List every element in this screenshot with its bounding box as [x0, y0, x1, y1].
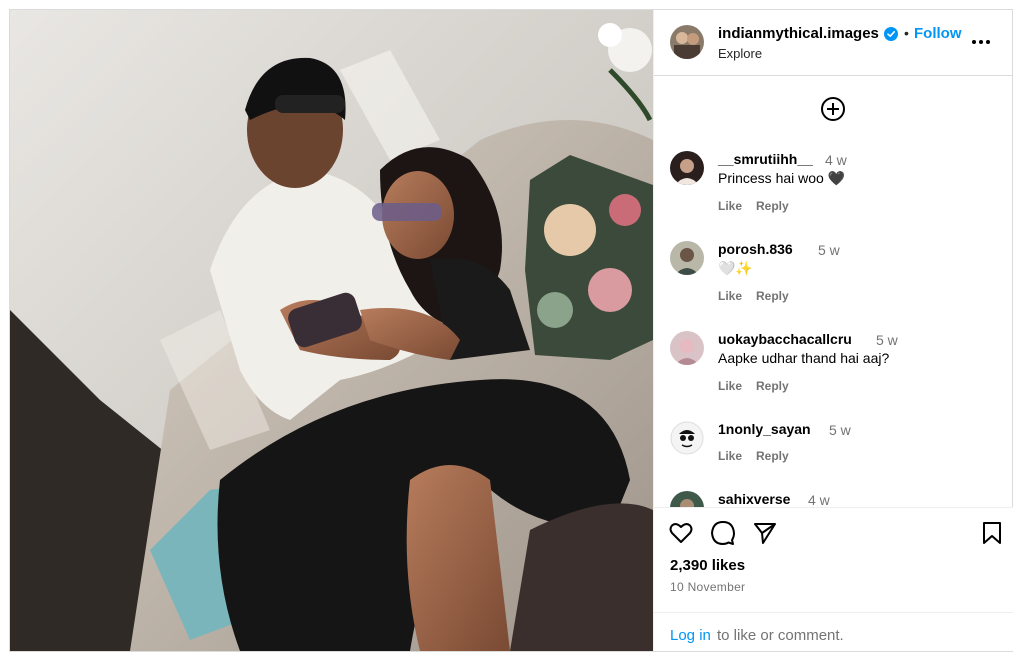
comment-time: 5 w — [829, 422, 851, 438]
comment-item: sahixverse 4 w — [670, 487, 1000, 507]
comment-like-button[interactable]: Like — [718, 379, 742, 393]
comment-icon[interactable] — [710, 520, 736, 546]
comment-reply-button[interactable]: Reply — [756, 199, 789, 213]
commenter-avatar-image — [670, 331, 704, 365]
comment-like-button[interactable]: Like — [718, 289, 742, 303]
comment-item: __smrutiihh__ 4 w Princess hai woo 🖤 Lik… — [670, 147, 1000, 227]
commenter-avatar[interactable] — [670, 331, 704, 365]
header-separator: • — [904, 25, 909, 41]
author-username[interactable]: indianmythical.images — [718, 25, 879, 42]
comment-time: 4 w — [808, 492, 830, 507]
comment-username[interactable]: porosh.836 — [718, 241, 793, 257]
comment-like-button[interactable]: Like — [718, 449, 742, 463]
comment-reply-button[interactable]: Reply — [756, 379, 789, 393]
comment-username[interactable]: sahixverse — [718, 491, 790, 507]
post-photo-image — [10, 10, 653, 651]
commenter-avatar-image — [670, 151, 704, 185]
verified-badge-icon — [884, 27, 898, 41]
plus-circle-icon[interactable] — [820, 96, 846, 122]
comment-item: porosh.836 5 w 🤍✨ Like Reply — [670, 237, 1000, 317]
commenter-avatar-image — [670, 421, 704, 455]
post-header: indianmythical.images • Follow Explore — [654, 10, 1013, 76]
post-side-panel: indianmythical.images • Follow Explore _… — [653, 10, 1013, 651]
comment-text: Princess hai woo 🖤 — [718, 170, 846, 186]
comment-like-button[interactable]: Like — [718, 199, 742, 213]
comment-username[interactable]: __smrutiihh__ — [718, 151, 813, 167]
comment-text: Aapke udhar thand hai aaj? — [718, 350, 890, 366]
comment-item: uokaybacchacallcru 5 w Aapke udhar thand… — [670, 327, 1000, 407]
author-avatar[interactable] — [670, 25, 704, 59]
share-icon[interactable] — [752, 520, 778, 546]
comment-reply-button[interactable]: Reply — [756, 289, 789, 303]
commenter-avatar[interactable] — [670, 151, 704, 185]
comment-reply-button[interactable]: Reply — [756, 449, 789, 463]
login-link[interactable]: Log in — [670, 627, 711, 644]
likes-count[interactable]: 2,390 likes — [670, 557, 745, 574]
post-frame: indianmythical.images • Follow Explore _… — [9, 9, 1013, 652]
post-location-label[interactable]: Explore — [718, 46, 762, 61]
comment-username[interactable]: 1nonly_sayan — [718, 421, 811, 437]
post-actions: 2,390 likes 10 November Log in to like o… — [654, 507, 1013, 651]
post-date[interactable]: 10 November — [670, 580, 745, 594]
post-photo[interactable] — [10, 10, 653, 651]
login-prompt: Log in to like or comment. — [654, 612, 1013, 652]
comment-item: 1nonly_sayan 5 w Like Reply — [670, 417, 1000, 497]
commenter-avatar[interactable] — [670, 491, 704, 507]
bookmark-icon[interactable] — [979, 520, 1005, 546]
follow-button[interactable]: Follow — [914, 25, 962, 42]
comment-time: 5 w — [818, 242, 840, 258]
commenter-avatar[interactable] — [670, 241, 704, 275]
comment-time: 4 w — [825, 152, 847, 168]
author-avatar-image — [670, 25, 704, 59]
more-horizontal-icon[interactable] — [971, 32, 991, 52]
comment-text: 🤍✨ — [718, 260, 753, 276]
login-prompt-text: to like or comment. — [717, 627, 844, 644]
comment-time: 5 w — [876, 332, 898, 348]
commenter-avatar-image — [670, 491, 704, 507]
comment-username[interactable]: uokaybacchacallcru — [718, 331, 852, 347]
commenter-avatar[interactable] — [670, 421, 704, 455]
commenter-avatar-image — [670, 241, 704, 275]
comments-list[interactable]: __smrutiihh__ 4 w Princess hai woo 🖤 Lik… — [654, 77, 1013, 507]
heart-icon[interactable] — [668, 520, 694, 546]
